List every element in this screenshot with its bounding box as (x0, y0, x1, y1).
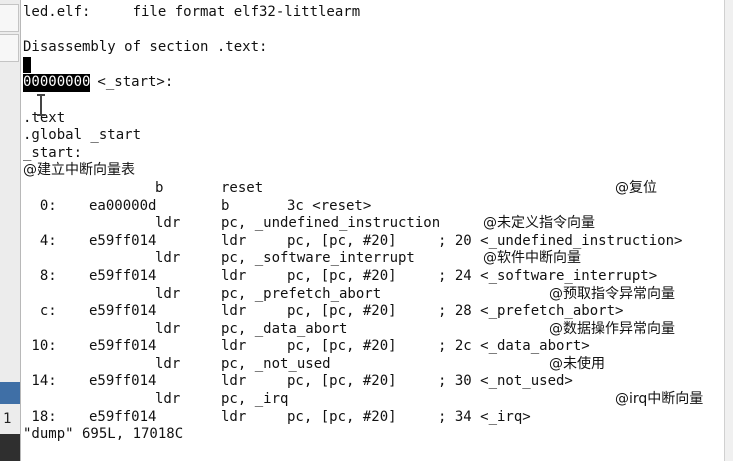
terminal-scrollbar[interactable] (724, 0, 733, 461)
source-line: ldr pc, _not_used @未使用 (23, 356, 724, 374)
asm-src-args: pc, _undefined_instruction (221, 215, 441, 232)
asm-hex: e59ff014 (89, 373, 157, 390)
asm-src-args: pc, _prefetch_abort (221, 285, 382, 302)
source-line: b reset @复位 (155, 179, 657, 196)
asm-comment: @irq中断向量 (615, 391, 704, 408)
asm-op: ldr (221, 303, 247, 320)
asm-addr: 14: (31, 373, 57, 390)
asm-op: ldr (221, 267, 247, 284)
symbol-label: <_start>: (89, 74, 174, 91)
asm-addr: 10: (31, 338, 57, 355)
asm-src-args: pc, _not_used (221, 355, 331, 372)
asm-src-op: ldr (155, 215, 181, 232)
asm-args: pc, [pc, #20] (287, 408, 397, 425)
asm-comment: @数据操作异常向量 (549, 320, 675, 337)
asm-op: ldr (221, 408, 247, 425)
asm-hex: e59ff014 (89, 408, 157, 425)
asm-hex: e59ff014 (89, 267, 157, 284)
asm-addr: 18: (31, 408, 57, 425)
asm-op: ldr (221, 338, 247, 355)
asm-note: ; 2c <_data_abort> (438, 338, 590, 355)
asm-src-op: ldr (155, 391, 181, 408)
source-line: _start: (23, 144, 83, 161)
disassembly-line: 8: e59ff014 ldr pc, [pc, #20] ; 24 <_softwar… (23, 268, 724, 286)
mouse-ibeam-cursor (37, 94, 45, 116)
asm-src-op: ldr (155, 285, 181, 302)
cursor-line (23, 56, 724, 75)
background-window-bar (0, 434, 20, 461)
disassembly-line: 0: ea00000d b 3c <reset> (23, 198, 724, 216)
asm-src-args: pc, _irq (221, 391, 289, 408)
symbol-line: 00000000 <_start>: (23, 74, 724, 92)
asm-addr: c: (39, 303, 57, 320)
disassembly-line: 4: e59ff014 ldr pc, [pc, #20] ; 20 <_undefin… (23, 233, 724, 251)
disassembly-line: 10: e59ff014 ldr pc, [pc, #20] ; 2c <_data_a… (23, 338, 724, 356)
status-line: "dump" 695L, 17018C (23, 426, 184, 443)
asm-comment: @未定义指令向量 (483, 215, 595, 232)
asm-note: ; 34 <_irq> (438, 408, 531, 425)
asm-args: pc, [pc, #20] (287, 338, 397, 355)
asm-addr: 8: (39, 267, 57, 284)
asm-hex: ea00000d (89, 197, 157, 214)
asm-src-op: ldr (155, 355, 181, 372)
asm-note: ; 30 <_not_used> (438, 373, 573, 390)
source-line: ldr pc, _software_interrupt @软件中断向量 (23, 250, 724, 268)
section-header-line: Disassembly of section .text: (23, 39, 268, 56)
source-line: ldr pc, _data_abort @数据操作异常向量 (23, 321, 724, 339)
selected-address[interactable]: 00000000 (23, 74, 91, 92)
background-window-highlight (0, 382, 20, 404)
asm-hex: e59ff014 (89, 338, 157, 355)
asm-op: ldr (221, 373, 247, 390)
disassembly-line: 14: e59ff014 ldr pc, [pc, #20] ; 30 <_not_us… (23, 373, 724, 391)
background-tab[interactable] (0, 34, 19, 62)
asm-args: pc, [pc, #20] (287, 232, 397, 249)
asm-args: pc, [pc, #20] (287, 373, 397, 390)
source-line: ldr pc, _irq @irq中断向量 (23, 391, 724, 409)
asm-note: ; 20 <_undefined_instruction> (438, 232, 683, 249)
asm-hex: e59ff014 (89, 303, 157, 320)
source-line: .global _start (23, 127, 142, 144)
disassembly-line: c: e59ff014 ldr pc, [pc, #20] ; 28 <_prefetc… (23, 303, 724, 321)
source-line: ldr pc, _undefined_instruction @未定义指令向量 (23, 215, 724, 233)
terminal-content[interactable]: led.elf: file format elf32-littlearm Dis… (23, 4, 724, 461)
file-format-line: led.elf: file format elf32-littlearm (23, 4, 361, 20)
background-line-number: 1 (3, 411, 12, 427)
asm-src-op: ldr (155, 250, 181, 267)
background-tab[interactable] (0, 4, 19, 32)
asm-op: b (221, 197, 230, 214)
asm-args: pc, [pc, #20] (287, 303, 397, 320)
asm-src-op: ldr (155, 320, 181, 337)
asm-comment: @软件中断向量 (483, 250, 581, 267)
asm-hex: e59ff014 (89, 232, 157, 249)
asm-note: ; 24 <_software_interrupt> (438, 267, 658, 284)
asm-addr: 0: (39, 197, 57, 214)
asm-op: ldr (221, 232, 247, 249)
background-window-strip: 1 (0, 0, 21, 461)
source-comment-line: @建立中断向量表 (23, 162, 135, 179)
asm-addr: 4: (39, 232, 57, 249)
asm-src-args: pc, _software_interrupt (221, 250, 415, 267)
asm-comment: @预取指令异常向量 (549, 285, 675, 302)
asm-note: ; 28 <_prefetch_abort> (438, 303, 624, 320)
source-line: .text (23, 109, 66, 126)
source-line: ldr pc, _prefetch_abort @预取指令异常向量 (23, 286, 724, 304)
asm-comment: @未使用 (549, 355, 605, 372)
text-cursor (23, 56, 31, 73)
disassembly-line: 18: e59ff014 ldr pc, [pc, #20] ; 34 <_irq> (23, 409, 724, 427)
asm-args: 3c <reset> (287, 197, 372, 214)
asm-args: pc, [pc, #20] (287, 267, 397, 284)
asm-src-args: pc, _data_abort (221, 320, 348, 337)
